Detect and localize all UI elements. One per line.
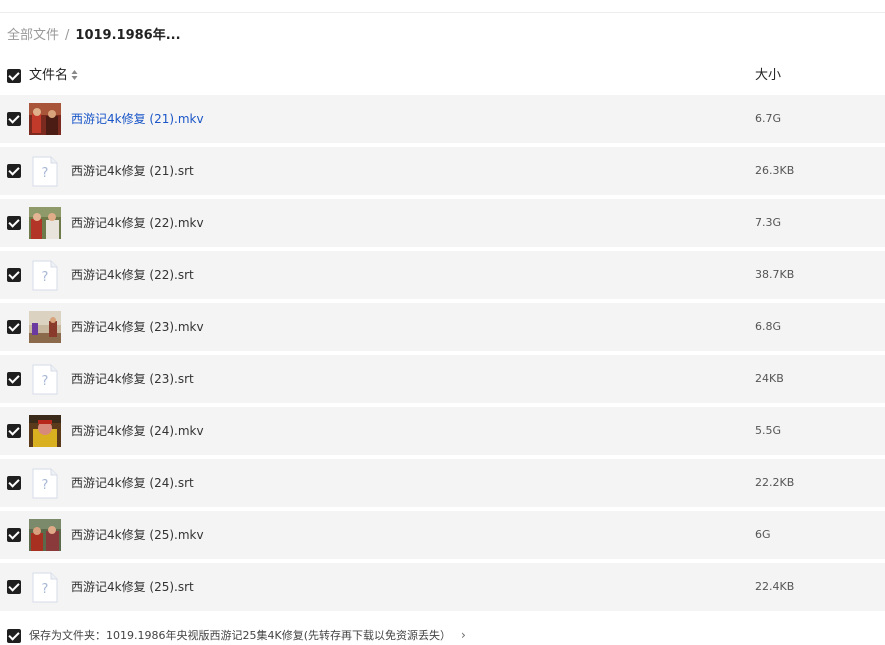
- row-checkbox[interactable]: [7, 164, 21, 178]
- video-thumbnail: [29, 519, 61, 551]
- column-header-size: 大小: [755, 68, 782, 83]
- file-name[interactable]: 西游记4k修复 (24).mkv: [71, 421, 204, 441]
- breadcrumb: 全部文件 / 1019.1986年...: [7, 26, 181, 46]
- file-row[interactable]: ? 西游记4k修复 (25).srt 22.4KB: [0, 563, 885, 611]
- file-size: 38.7KB: [755, 268, 795, 281]
- breadcrumb-root-link[interactable]: 全部文件: [7, 28, 59, 43]
- file-name[interactable]: 西游记4k修复 (23).mkv: [71, 317, 204, 337]
- column-header-name[interactable]: 文件名: [29, 66, 78, 86]
- file-name[interactable]: 西游记4k修复 (23).srt: [71, 369, 194, 389]
- row-checkbox[interactable]: [7, 528, 21, 542]
- breadcrumb-current-folder: 1019.1986年...: [75, 28, 181, 43]
- save-as-folder-bar: 保存为文件夹：1019.1986年央视版西游记25集4K修复(先转存再下载以免资…: [0, 625, 885, 645]
- unknown-file-icon: ?: [32, 156, 58, 187]
- svg-text:?: ?: [42, 166, 49, 181]
- row-checkbox[interactable]: [7, 476, 21, 490]
- row-checkbox[interactable]: [7, 216, 21, 230]
- svg-text:?: ?: [42, 374, 49, 389]
- file-name[interactable]: 西游记4k修复 (24).srt: [71, 473, 194, 493]
- file-size: 22.2KB: [755, 476, 795, 489]
- unknown-file-icon: ?: [32, 572, 58, 603]
- file-size: 6.8G: [755, 320, 782, 333]
- breadcrumb-separator: /: [65, 28, 70, 43]
- file-row[interactable]: ? 西游记4k修复 (23).srt 24KB: [0, 355, 885, 403]
- save-as-folder-option[interactable]: 保存为文件夹：1019.1986年央视版西游记25集4K修复(先转存再下载以免资…: [29, 626, 466, 645]
- unknown-file-icon: ?: [32, 468, 58, 499]
- file-row[interactable]: ? 西游记4k修复 (24).srt 22.2KB: [0, 459, 885, 507]
- svg-text:?: ?: [42, 478, 49, 493]
- file-size: 22.4KB: [755, 580, 795, 593]
- file-name[interactable]: 西游记4k修复 (22).mkv: [71, 213, 204, 233]
- chevron-right-icon[interactable]: ›: [461, 628, 466, 642]
- file-size: 5.5G: [755, 424, 782, 437]
- file-size: 7.3G: [755, 216, 782, 229]
- file-row[interactable]: ? 西游记4k修复 (21).srt 26.3KB: [0, 147, 885, 195]
- unknown-file-icon: ?: [32, 260, 58, 291]
- file-row[interactable]: 西游记4k修复 (22).mkv 7.3G: [0, 199, 885, 247]
- file-name[interactable]: 西游记4k修复 (21).srt: [71, 161, 194, 181]
- save-as-folder-checkbox[interactable]: [7, 629, 21, 643]
- save-as-folder-label: 保存为文件夹：1019.1986年央视版西游记25集4K修复(先转存再下载以免资…: [29, 629, 451, 642]
- file-row[interactable]: 西游记4k修复 (21).mkv 6.7G: [0, 95, 885, 143]
- file-size: 6.7G: [755, 112, 782, 125]
- unknown-file-icon: ?: [32, 364, 58, 395]
- video-thumbnail: [29, 207, 61, 239]
- file-size: 24KB: [755, 372, 784, 385]
- table-header: 文件名 大小: [0, 62, 885, 90]
- video-thumbnail: [29, 103, 61, 135]
- file-name[interactable]: 西游记4k修复 (25).srt: [71, 577, 194, 597]
- svg-text:?: ?: [42, 270, 49, 285]
- video-thumbnail: [29, 415, 61, 447]
- row-checkbox[interactable]: [7, 268, 21, 282]
- row-checkbox[interactable]: [7, 112, 21, 126]
- file-row[interactable]: 西游记4k修复 (23).mkv 6.8G: [0, 303, 885, 351]
- row-checkbox[interactable]: [7, 580, 21, 594]
- file-row[interactable]: 西游记4k修复 (25).mkv 6G: [0, 511, 885, 559]
- svg-text:?: ?: [42, 582, 49, 597]
- file-name[interactable]: 西游记4k修复 (21).mkv: [71, 109, 204, 129]
- row-checkbox[interactable]: [7, 320, 21, 334]
- file-size: 26.3KB: [755, 164, 795, 177]
- file-row[interactable]: 西游记4k修复 (24).mkv 5.5G: [0, 407, 885, 455]
- file-size: 6G: [755, 528, 771, 541]
- file-name[interactable]: 西游记4k修复 (25).mkv: [71, 525, 204, 545]
- sort-icon[interactable]: [71, 69, 78, 81]
- video-thumbnail: [29, 311, 61, 343]
- file-row[interactable]: ? 西游记4k修复 (22).srt 38.7KB: [0, 251, 885, 299]
- column-header-name-label: 文件名: [29, 68, 69, 83]
- row-checkbox[interactable]: [7, 372, 21, 386]
- row-checkbox[interactable]: [7, 424, 21, 438]
- file-name[interactable]: 西游记4k修复 (22).srt: [71, 265, 194, 285]
- top-divider: [0, 0, 885, 13]
- select-all-checkbox[interactable]: [7, 69, 21, 83]
